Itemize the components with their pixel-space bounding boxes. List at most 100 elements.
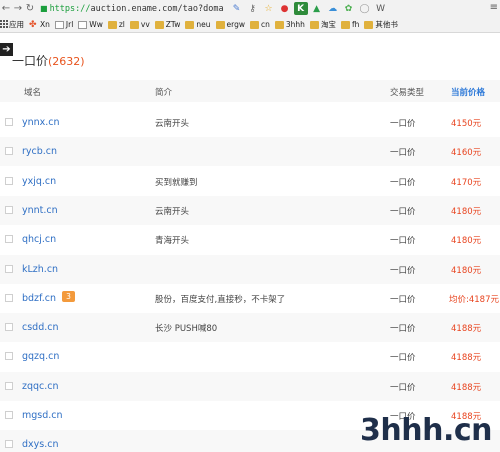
trade-type: 一口价 (390, 236, 416, 247)
bookmark-ergw[interactable]: ergw (215, 20, 245, 29)
header-type[interactable]: 交易类型 (390, 86, 424, 98)
row-checkbox[interactable] (5, 293, 13, 302)
bookmark-other[interactable]: 其他书 (364, 19, 398, 30)
bookmark-xn[interactable]: ✤ Xn (29, 20, 50, 29)
ext-paw-icon[interactable]: ✿ (342, 2, 356, 15)
trade-type: 一口价 (390, 382, 416, 393)
bookmark-label: Jrl (65, 20, 74, 29)
page-icon (78, 20, 88, 29)
table-row: zqqc.cn 一口价 4188元 (0, 371, 500, 401)
domain-link[interactable]: mgsd.cn (22, 410, 63, 421)
bookmark-vv[interactable]: vv (129, 20, 150, 29)
bookmark-label: neu (196, 20, 211, 29)
ext-circle-icon[interactable]: ◯ (358, 2, 372, 15)
row-checkbox[interactable] (5, 440, 13, 449)
back-nav-icon[interactable]: ← (0, 2, 12, 16)
bookmark-zl[interactable]: zl (107, 20, 125, 29)
flower-icon: ✤ (29, 19, 37, 30)
domain-intro: 股份，百度支付,直接秒，不卡架了 (155, 294, 286, 305)
bookmark-taobao[interactable]: 淘宝 (309, 19, 336, 30)
ext-cloud-icon[interactable]: ☁ (326, 2, 340, 15)
domain-link[interactable]: rycb.cn (22, 146, 57, 157)
table-row: yxjq.cn 买到就赚到 一口价 4170元 (0, 167, 500, 196)
row-checkbox[interactable] (5, 176, 13, 185)
site-watermark: 3hhh.cn (360, 413, 492, 448)
domain-link[interactable]: gqzq.cn (22, 351, 59, 362)
trade-type: 一口价 (390, 324, 416, 335)
domain-link[interactable]: yxjq.cn (22, 176, 56, 187)
row-checkbox[interactable] (5, 323, 13, 332)
table-row: ynnt.cn 云南开头 一口价 4180元 (0, 195, 500, 225)
page-title: 一口价(2632) (12, 52, 85, 69)
current-price: 均价:4187元 (449, 294, 499, 305)
row-checkbox[interactable] (5, 381, 13, 390)
bookmark-jrl[interactable]: Jrl (54, 20, 74, 29)
trade-type: 一口价 (390, 177, 416, 188)
trade-type: 一口价 (390, 353, 416, 364)
domain-link[interactable]: zqqc.cn (22, 381, 59, 392)
row-checkbox[interactable] (5, 118, 13, 126)
current-price: 4188元 (451, 382, 482, 393)
menu-icon[interactable]: ≡ (490, 2, 498, 13)
current-price: 4170元 (451, 177, 482, 188)
star-icon[interactable]: ☆ (262, 2, 276, 15)
bookmark-neu[interactable]: neu (185, 20, 211, 29)
domain-link[interactable]: ynnt.cn (22, 205, 58, 216)
bookmark-fh[interactable]: fh (340, 20, 359, 29)
row-checkbox[interactable] (5, 147, 13, 156)
reload-icon[interactable]: ↻ (24, 2, 36, 16)
table-row: gqzq.cn 一口价 4188元 (0, 342, 500, 371)
domain-link[interactable]: ynnx.cn (22, 117, 60, 128)
row-checkbox[interactable] (5, 235, 13, 244)
ext-w-icon[interactable]: W (374, 2, 388, 15)
domain-intro: 买到就赚到 (155, 177, 198, 188)
domain-link[interactable]: kLzh.cn (22, 264, 58, 275)
table-row: bdzf.cn 3 股份，百度支付,直接秒，不卡架了 一口价 均价:4187元 (0, 284, 500, 313)
bookmark-cn[interactable]: cn (250, 20, 270, 29)
row-checkbox[interactable] (5, 205, 13, 214)
folder-icon (154, 20, 164, 29)
header-domain[interactable]: 域名 (24, 86, 41, 98)
row-checkbox[interactable] (5, 352, 13, 361)
translate-icon[interactable]: ✎ (230, 2, 244, 15)
row-checkbox[interactable] (5, 411, 13, 419)
folder-icon (129, 20, 139, 29)
folder-icon (340, 20, 350, 29)
bookmark-label: cn (261, 20, 270, 29)
bookmark-label: ZTw (165, 20, 181, 29)
bookmark-label: zl (118, 20, 125, 29)
current-price: 4180元 (451, 236, 482, 247)
bookmark-label: vv (140, 20, 150, 29)
domain-link[interactable]: csdd.cn (22, 322, 59, 333)
forward-nav-icon[interactable]: → (12, 2, 24, 16)
bookmark-ww[interactable]: Ww (78, 20, 103, 29)
ext-k-icon[interactable]: K (293, 2, 308, 15)
key-icon[interactable]: ⚷ (246, 2, 260, 15)
bookmark-ztw[interactable]: ZTw (154, 20, 181, 29)
header-intro: 简介 (155, 88, 173, 98)
domain-link[interactable]: qhcj.cn (22, 234, 56, 245)
ext-red-icon[interactable]: ● (278, 2, 292, 15)
address-bar[interactable]: ■ https://auction.ename.com/tao?doma (40, 2, 224, 16)
current-price: 4160元 (451, 148, 482, 159)
folder-icon (215, 20, 225, 29)
url-scheme: https:// (49, 3, 91, 14)
page-icon (54, 20, 64, 29)
trade-type: 一口价 (390, 148, 416, 159)
url-text[interactable]: https://auction.ename.com/tao?doma (50, 4, 224, 14)
bookmark-apps[interactable]: 应用 (0, 19, 24, 30)
domain-link[interactable]: dxys.cn (22, 439, 59, 450)
header-price[interactable]: 当前价格 (451, 86, 485, 98)
url-path: auction.ename.com/tao?doma (90, 3, 224, 14)
row-checkbox[interactable] (5, 264, 13, 273)
bookmark-3hhh[interactable]: 3hhh (274, 20, 305, 29)
page-title-text: 一口价 (12, 54, 49, 68)
bookmark-label: 其他书 (375, 20, 398, 29)
domain-link[interactable]: bdzf.cn (22, 293, 56, 304)
table-row: rycb.cn 一口价 4160元 (0, 137, 500, 167)
current-price: 4188元 (451, 353, 482, 364)
count-badge: 3 (62, 290, 75, 302)
folder-icon (309, 20, 319, 29)
ext-drive-icon[interactable]: ▲ (310, 2, 324, 15)
domain-intro: 长沙 PUSH喊80 (155, 324, 218, 335)
